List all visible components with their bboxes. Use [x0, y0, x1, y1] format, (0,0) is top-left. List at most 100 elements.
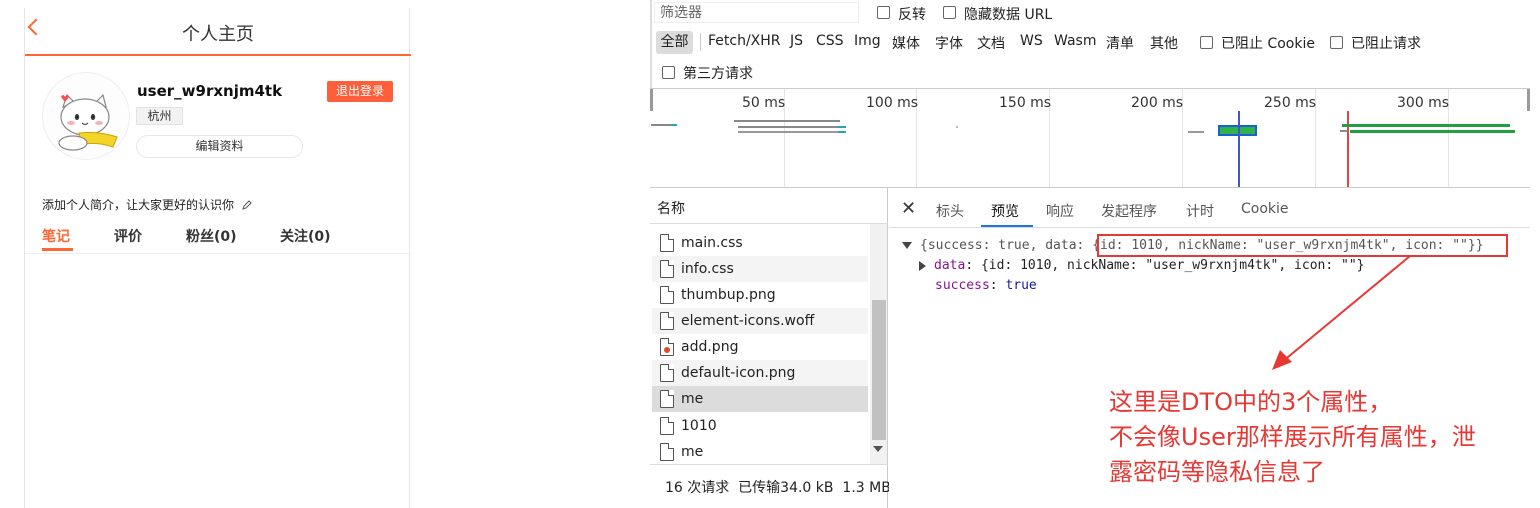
- tab-headers[interactable]: 标头: [936, 201, 964, 221]
- request-name: me: [681, 391, 704, 407]
- annotation-line-3: 露密码等隐私信息了: [1109, 458, 1325, 486]
- page-title: 个人主页: [182, 24, 254, 45]
- annotation-line-2: 不会像User那样展示所有属性，泄: [1109, 423, 1476, 451]
- column-name-header[interactable]: 名称: [657, 198, 685, 218]
- waterfall-bar: [1188, 131, 1204, 133]
- tick-label: 200 ms: [1131, 95, 1184, 111]
- tab-following[interactable]: 关注(0): [280, 226, 331, 246]
- tab-cookies[interactable]: Cookie: [1241, 201, 1289, 217]
- request-row[interactable]: 1010: [652, 413, 868, 439]
- file-icon: [660, 312, 674, 330]
- request-row[interactable]: info.css: [652, 256, 868, 282]
- scrollbar-thumb[interactable]: [872, 300, 886, 440]
- waterfall-bar: [738, 126, 838, 128]
- blocked-cookies-checkbox[interactable]: [1200, 36, 1213, 49]
- request-name: default-icon.png: [681, 365, 796, 381]
- waterfall-bar: [1340, 130, 1348, 132]
- collapse-triangle-icon[interactable]: [902, 242, 912, 249]
- type-filter-other[interactable]: 其他: [1150, 33, 1178, 53]
- filter-input[interactable]: 筛选器: [654, 2, 859, 23]
- preview-root-prefix: {success: true, data:: [920, 238, 1093, 253]
- type-filter-img[interactable]: Img: [854, 33, 881, 49]
- request-row[interactable]: element-icons.woff: [652, 308, 868, 334]
- tick-label: 50 ms: [742, 95, 786, 111]
- timeline-left-handle[interactable]: [650, 89, 653, 111]
- type-filter-fetch-xhr[interactable]: Fetch/XHR: [708, 33, 781, 49]
- tab-followers[interactable]: 粉丝(0): [186, 226, 237, 246]
- type-filter-css[interactable]: CSS: [816, 33, 844, 49]
- type-filter-doc[interactable]: 文档: [977, 33, 1005, 53]
- hide-data-url-checkbox[interactable]: [943, 6, 956, 19]
- type-filter-media[interactable]: 媒体: [892, 33, 920, 53]
- scroll-down-arrow-icon[interactable]: [873, 446, 883, 452]
- blocked-requests-checkbox[interactable]: [1330, 36, 1343, 49]
- file-icon: [660, 417, 674, 435]
- profile-app-panel: 个人主页 user_w9rxnjm4tk 退出登录 杭州 编辑资料 添加个人简介…: [24, 8, 411, 508]
- intro-text: 添加个人简介，让大家更好的认识你: [42, 198, 235, 212]
- invert-checkbox[interactable]: [877, 6, 890, 19]
- tab-response[interactable]: 响应: [1046, 201, 1074, 221]
- close-icon[interactable]: ✕: [901, 198, 916, 219]
- waterfall-bar: [838, 131, 846, 133]
- waterfall-bar: [1350, 130, 1515, 133]
- pencil-icon[interactable]: [242, 199, 252, 210]
- type-filter-font[interactable]: 字体: [935, 33, 963, 53]
- expand-triangle-icon[interactable]: [919, 261, 926, 271]
- logout-button[interactable]: 退出登录: [327, 81, 393, 102]
- waterfall-bar: [838, 126, 846, 128]
- request-name: me: [681, 444, 704, 460]
- waterfall-bar: [956, 126, 958, 128]
- request-row[interactable]: me: [652, 439, 868, 465]
- request-row-selected[interactable]: me: [652, 386, 868, 412]
- tick-label: 250 ms: [1264, 95, 1317, 111]
- tab-notes[interactable]: 笔记: [42, 226, 70, 246]
- hide-data-url-label: 隐藏数据 URL: [964, 7, 1053, 23]
- image-file-icon: [660, 338, 674, 356]
- type-filter-manifest[interactable]: 清单: [1106, 33, 1134, 53]
- request-row[interactable]: thumbup.png: [652, 282, 868, 308]
- request-name: 1010: [681, 418, 717, 434]
- type-filter-ws[interactable]: WS: [1020, 33, 1043, 49]
- username: user_w9rxnjm4tk: [137, 82, 283, 100]
- request-name: thumbup.png: [681, 287, 776, 303]
- tab-reviews[interactable]: 评价: [114, 226, 142, 246]
- request-count: 16 次请求: [665, 480, 730, 496]
- tab-timing[interactable]: 计时: [1186, 201, 1214, 221]
- request-summary-bar: 16 次请求 已传输34.0 kB 1.3 MB: [650, 464, 891, 508]
- file-icon: [660, 260, 674, 278]
- image-file-icon: [660, 286, 674, 304]
- request-row[interactable]: default-icon.png: [652, 360, 868, 386]
- avatar[interactable]: [42, 72, 130, 160]
- tab-preview[interactable]: 预览: [991, 201, 1019, 221]
- success-key: success: [935, 278, 990, 293]
- type-filter-all[interactable]: 全部: [656, 31, 693, 54]
- request-row[interactable]: main.css: [652, 230, 868, 256]
- app-header: 个人主页: [25, 8, 411, 56]
- type-filter-separator: [700, 33, 701, 51]
- dom-content-loaded-line: [1238, 111, 1240, 187]
- request-row[interactable]: add.png: [652, 334, 868, 360]
- active-tab-indicator: [42, 248, 73, 251]
- third-party-checkbox[interactable]: [662, 66, 675, 79]
- blocked-cookies-label: 已阻止 Cookie: [1221, 36, 1315, 52]
- type-filter-js[interactable]: JS: [790, 33, 803, 49]
- edit-profile-button[interactable]: 编辑资料: [136, 135, 303, 158]
- request-summary: 16 次请求 已传输34.0 kB 1.3 MB: [665, 477, 891, 497]
- request-list: 名称 main.css info.css thumbup.png element…: [650, 188, 891, 508]
- active-tab-indicator: [981, 225, 1033, 227]
- waterfall-bar: [738, 131, 838, 133]
- timeline-overview[interactable]: 50 ms 100 ms 150 ms 200 ms 250 ms 300 ms: [650, 88, 1530, 188]
- preview-success-line[interactable]: success: true: [935, 278, 1037, 293]
- intro-placeholder[interactable]: 添加个人简介，让大家更好的认识你: [42, 196, 252, 213]
- timeline-right-handle[interactable]: [1527, 89, 1530, 111]
- data-key: data: [934, 258, 966, 273]
- request-name: element-icons.woff: [681, 313, 815, 329]
- request-name: info.css: [681, 261, 734, 277]
- request-name: add.png: [681, 339, 739, 355]
- file-icon: [660, 390, 674, 408]
- type-filter-wasm[interactable]: Wasm: [1054, 33, 1096, 49]
- transferred-size: 已传输34.0 kB: [738, 480, 834, 496]
- success-value: true: [1005, 278, 1037, 293]
- tab-initiator[interactable]: 发起程序: [1101, 201, 1157, 221]
- waterfall-bar: [651, 124, 671, 126]
